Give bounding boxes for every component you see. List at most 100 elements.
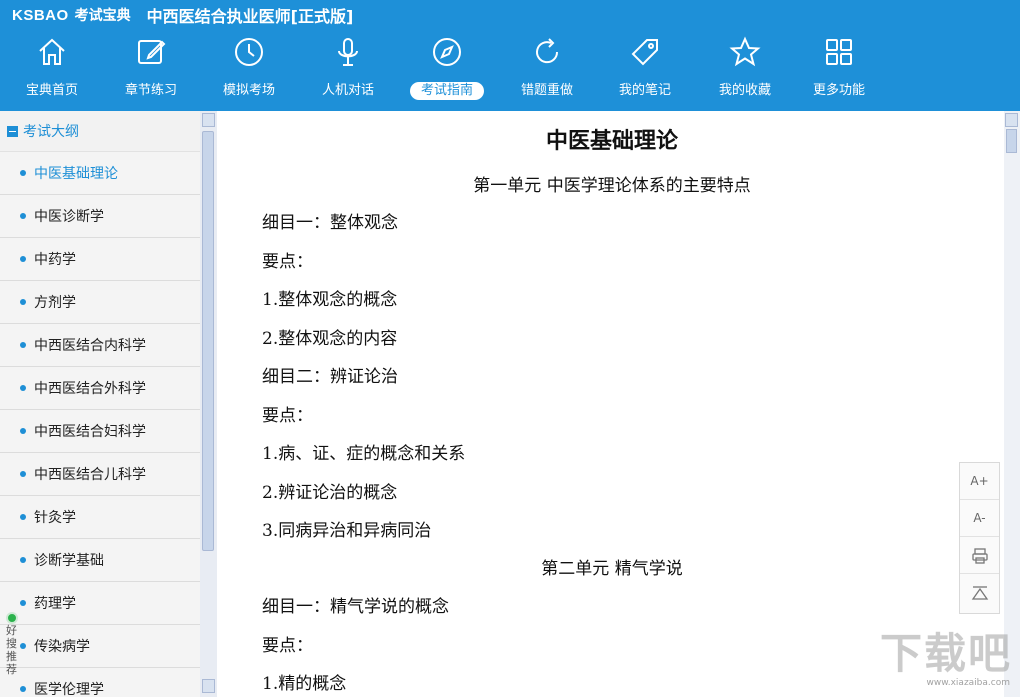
recommend-badge-label: 好搜推荐 [6,624,17,676]
sidebar-item[interactable]: 中医诊断学 [0,195,200,238]
section-heading: 细目一：整体观念 [262,213,398,233]
content-scroll-thumb[interactable] [1006,129,1017,153]
font-increase-button[interactable]: A+ [960,463,999,500]
key-points-label: 要点： [262,406,313,426]
sidebar-item[interactable]: 中医基础理论 [0,152,200,195]
sidebar-item-label: 中医基础理论 [34,166,118,182]
back-to-top-icon [971,586,988,600]
bullet-icon [20,600,26,606]
sidebar-item[interactable]: 中药学 [0,238,200,281]
scroll-up-arrow-icon[interactable] [202,113,215,127]
sidebar-item[interactable]: 中西医结合儿科学 [0,453,200,496]
outline-line: 2.整体观念的内容 [262,329,398,349]
toolbar-label: 模拟考场 [222,83,275,98]
bullet-icon [20,256,26,262]
sidebar-item[interactable]: 方剂学 [0,281,200,324]
watermark-url: www.xiazaiba.com [926,678,1010,688]
toolbar-label: 宝典首页 [25,83,78,98]
app-header: KSBAO 考试宝典 中西医结合执业医师[正式版] 宝典首页 章节练习 模拟考场… [0,0,1020,111]
key-points-label: 要点： [262,636,313,656]
sidebar-item-label: 中西医结合儿科学 [34,467,146,483]
recommend-badge[interactable]: 好搜推荐 [2,610,22,690]
toolbar-exam-guide[interactable]: 考试指南 [407,30,487,111]
key-points-label: 要点： [262,252,313,272]
reader-tools: A+ A- [959,462,1000,614]
sidebar-item[interactable]: 药理学 [0,582,200,625]
app-title: 中西医结合执业医师[正式版] [146,7,354,26]
bullet-icon [20,557,26,563]
microphone-icon [338,38,358,66]
toolbar-label: 考试指南 [410,82,484,100]
back-to-top-button[interactable] [960,574,999,611]
guide-content: 中医基础理论 第一单元 中医学理论体系的主要特点 细目一：整体观念 要点： 1.… [220,111,1004,697]
brand-logo: KSBAO [12,6,69,24]
toolbar-redo-errors[interactable]: 错题重做 [507,30,587,111]
scroll-down-arrow-icon[interactable] [202,679,215,693]
content-scrollbar[interactable] [1004,111,1020,697]
sidebar-item-label: 传染病学 [34,639,90,655]
section-heading: 细目一：精气学说的概念 [262,597,449,617]
unit-heading: 第一单元 中医学理论体系的主要特点 [473,176,751,196]
toolbar-label: 人机对话 [321,83,374,98]
sidebar-item-label: 方剂学 [34,295,76,311]
main-toolbar: 宝典首页 章节练习 模拟考场 人机对话 考试指南 错题重做 我的笔记 我的收藏 [0,30,1020,111]
bullet-icon [20,213,26,219]
toolbar-mock-exam[interactable]: 模拟考场 [209,30,289,111]
sidebar-item-label: 诊断学基础 [34,553,104,569]
grid-icon [826,39,852,65]
brand-name: 考试宝典 [74,8,131,24]
outline-line: 2.辨证论治的概念 [262,483,398,503]
scroll-up-arrow-icon[interactable] [1005,113,1018,127]
title-row: KSBAO 考试宝典 中西医结合执业医师[正式版] [0,0,1020,30]
outline-header-label: 考试大纲 [23,124,79,140]
toolbar-home[interactable]: 宝典首页 [12,30,92,111]
sidebar-item-label: 中西医结合妇科学 [34,424,146,440]
page-title: 中医基础理论 [545,129,678,154]
tag-icon [631,39,658,66]
clock-icon [235,38,263,66]
toolbar-favorites[interactable]: 我的收藏 [705,30,785,111]
compass-icon [433,38,461,66]
unit-heading: 第二单元 精气学说 [541,559,683,579]
sidebar-item[interactable]: 医学伦理学 [0,668,200,697]
sidebar-item-label: 中药学 [34,252,76,268]
status-dot-icon [6,612,18,624]
bullet-icon [20,385,26,391]
outline-line: 1.整体观念的概念 [262,290,398,310]
home-icon [39,38,65,65]
sidebar-item-label: 中西医结合内科学 [34,338,146,354]
star-icon [729,36,761,67]
sidebar-item-label: 药理学 [34,596,76,612]
sidebar-item[interactable]: 诊断学基础 [0,539,200,582]
bullet-icon [20,170,26,176]
toolbar-label: 更多功能 [812,83,865,98]
font-decrease-button[interactable]: A- [960,500,999,537]
sidebar-item[interactable]: 针灸学 [0,496,200,539]
outline-sidebar: 考试大纲 中医基础理论 中医诊断学 中药学 方剂学 中西医结合内科学 中西医结合… [0,111,200,697]
outline-header[interactable]: 考试大纲 [0,111,200,152]
outline-line: 1.病、证、症的概念和关系 [262,444,466,464]
sidebar-item[interactable]: 中西医结合妇科学 [0,410,200,453]
bullet-icon [20,514,26,520]
sidebar-item[interactable]: 传染病学 [0,625,200,668]
bullet-icon [20,299,26,305]
toolbar-chapter-practice[interactable]: 章节练习 [111,30,191,111]
toolbar-dialogue[interactable]: 人机对话 [308,30,388,111]
site-watermark: 下载吧 www.xiazaiba.com [876,630,1016,694]
sidebar-scroll-thumb[interactable] [202,131,214,551]
outline-line: 1.精的概念 [262,674,347,694]
sidebar-item[interactable]: 中西医结合外科学 [0,367,200,410]
print-button[interactable] [960,537,999,574]
toolbar-label: 错题重做 [520,83,573,98]
collapse-icon[interactable] [7,125,18,137]
edit-icon [138,40,166,64]
sidebar-item-label: 医学伦理学 [34,682,104,697]
sidebar-item[interactable]: 中西医结合内科学 [0,324,200,367]
sidebar-item-label: 针灸学 [34,510,76,526]
toolbar-label: 我的笔记 [618,83,671,98]
toolbar-notes[interactable]: 我的笔记 [605,30,685,111]
sidebar-scrollbar[interactable] [200,111,217,697]
toolbar-more[interactable]: 更多功能 [799,30,879,111]
sidebar-item-label: 中西医结合外科学 [34,381,146,397]
watermark-logo: 下载吧 [879,629,1012,678]
